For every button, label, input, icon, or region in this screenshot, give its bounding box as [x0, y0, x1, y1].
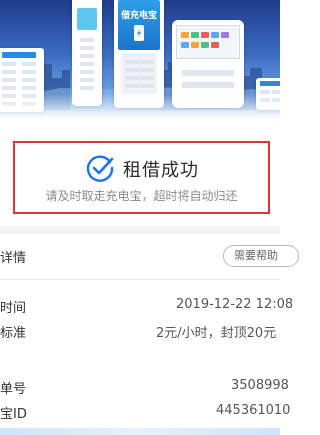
need-help-button[interactable]: 需要帮助	[223, 245, 299, 267]
row-label-rate: 标准	[0, 326, 27, 341]
charging-station-tall	[72, 0, 102, 106]
success-subtitle: 请及时取走充电宝，超时将自动归还	[45, 189, 238, 203]
row-value-rate: 2元/小时，封顶20元	[156, 326, 277, 341]
row-value-order-no: 3508998	[231, 378, 289, 393]
charging-kiosk: 借充电宝	[114, 0, 164, 108]
row-value-time: 2019-12-22 12:08	[176, 297, 294, 312]
rental-success-panel: 租借成功 请及时取走充电宝，超时将自动归还	[13, 141, 270, 214]
bottom-banner-strip	[0, 428, 280, 435]
details-separator	[0, 279, 280, 280]
kiosk-brand-text: 借充电宝	[120, 11, 157, 21]
section-divider	[0, 226, 280, 234]
row-value-powerbank-id: 445361010	[216, 403, 291, 418]
powerbank-icon	[134, 25, 144, 41]
details-title: 详情	[0, 251, 27, 266]
check-circle-icon	[86, 155, 114, 182]
row-label-powerbank-id: 宝ID	[0, 407, 27, 422]
row-label-order-no: 单号	[0, 382, 27, 397]
hero-banner: 借充电宝	[0, 0, 280, 120]
success-title: 租借成功	[123, 160, 199, 181]
row-label-time: 时间	[0, 301, 27, 316]
